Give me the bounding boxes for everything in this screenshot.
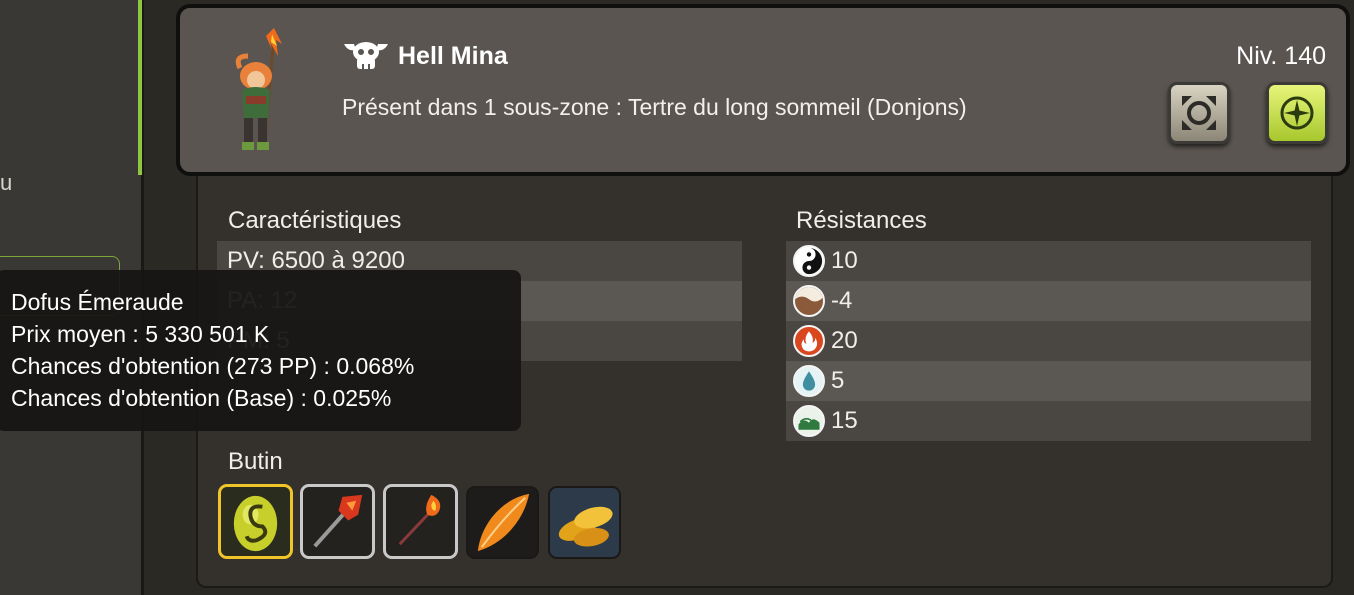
monster-level: Niv. 140 bbox=[1236, 42, 1326, 70]
sidebar-accent-bar bbox=[138, 0, 142, 175]
earth-icon bbox=[793, 285, 825, 317]
tooltip-price: Prix moyen : 5 330 501 K bbox=[11, 321, 270, 347]
loot-title: Butin bbox=[228, 448, 283, 475]
resistance-row-air: 15 bbox=[786, 401, 1311, 441]
air-icon bbox=[793, 405, 825, 437]
resistance-value: 20 bbox=[831, 327, 858, 354]
resistance-row-earth: -4 bbox=[786, 281, 1311, 321]
resistance-row-neutral: 10 bbox=[786, 241, 1311, 281]
monster-name: Hell Mina bbox=[398, 42, 508, 70]
compass-map-icon bbox=[1280, 96, 1314, 130]
golden-seeds-icon bbox=[558, 506, 613, 547]
fight-button[interactable] bbox=[1168, 82, 1230, 144]
tooltip-chance-pp: Chances d'obtention (273 PP) : 0.068% bbox=[11, 353, 415, 379]
loot-tooltip: Dofus Émeraude Prix moyen : 5 330 501 K … bbox=[0, 270, 521, 431]
resistances-title: Résistances bbox=[796, 207, 927, 234]
red-staff-icon bbox=[313, 494, 363, 548]
fire-wand-icon bbox=[398, 494, 441, 546]
monster-header: Hell Mina Niv. 140 Présent dans 1 sous-z… bbox=[176, 4, 1350, 176]
resistance-value: 5 bbox=[831, 367, 845, 394]
orange-feather-icon bbox=[477, 493, 530, 552]
tooltip-chance-base: Chances d'obtention (Base) : 0.025% bbox=[11, 385, 392, 411]
dofus-emeraude-icon bbox=[233, 495, 278, 552]
monster-zone-text: Présent dans 1 sous-zone : Tertre du lon… bbox=[342, 94, 967, 120]
loot-item-orange-feather[interactable] bbox=[466, 486, 539, 559]
fire-icon bbox=[793, 325, 825, 357]
fight-target-icon bbox=[1182, 96, 1216, 130]
tooltip-item-name: Dofus Émeraude bbox=[11, 289, 184, 315]
boss-skull-icon bbox=[344, 42, 388, 69]
loot-item-dofus-emeraude[interactable] bbox=[218, 484, 293, 559]
loot-item-golden-seeds[interactable] bbox=[548, 486, 621, 559]
characteristics-title: Caractéristiques bbox=[228, 207, 402, 234]
resistance-row-fire: 20 bbox=[786, 321, 1311, 361]
loot-item-fire-wand[interactable] bbox=[383, 484, 458, 559]
loot-item-red-staff[interactable] bbox=[300, 484, 375, 559]
resistance-value: 10 bbox=[831, 247, 858, 274]
resistance-value: -4 bbox=[831, 287, 853, 314]
resistance-value: 15 bbox=[831, 407, 858, 434]
map-location-button[interactable] bbox=[1266, 82, 1328, 144]
water-drop-icon bbox=[793, 365, 825, 397]
resistance-row-water: 5 bbox=[786, 361, 1311, 401]
sidebar-partial-text: u bbox=[0, 170, 13, 195]
monster-avatar bbox=[235, 28, 282, 151]
yin-yang-icon bbox=[793, 245, 825, 277]
